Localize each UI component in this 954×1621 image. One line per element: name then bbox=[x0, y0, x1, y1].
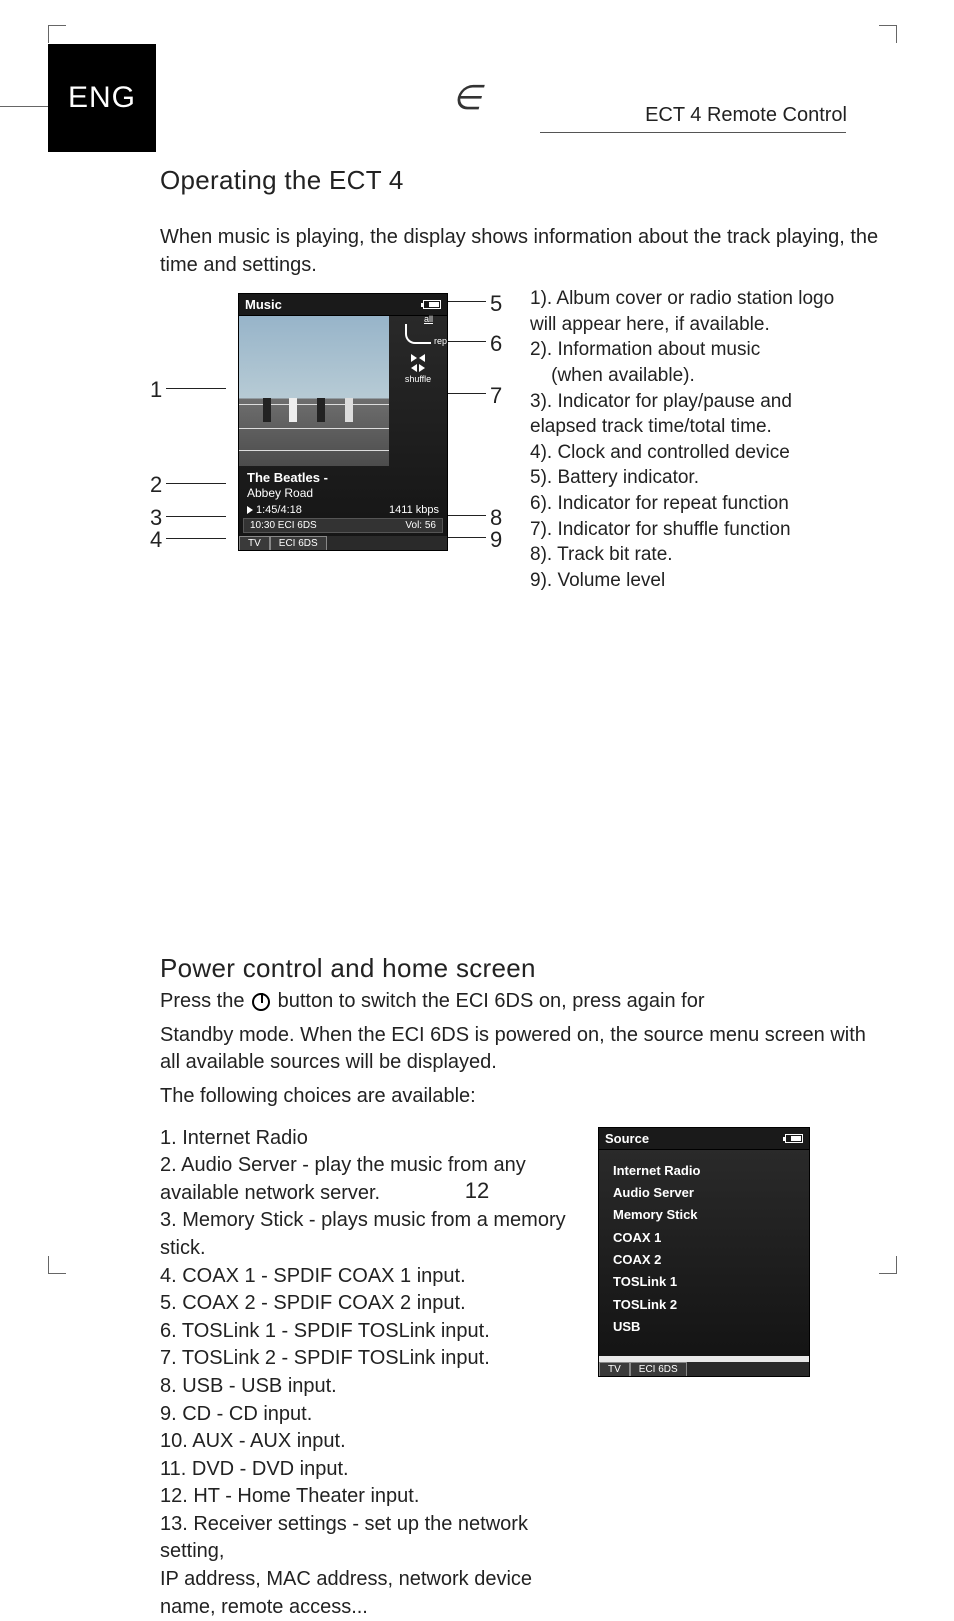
repeat-label: rep bbox=[434, 336, 447, 346]
callout-6: 6 bbox=[490, 331, 502, 357]
shuffle-label: shuffle bbox=[405, 374, 431, 384]
source-item: TOSLink 1 bbox=[613, 1271, 795, 1293]
track-bitrate: 1411 kbps bbox=[389, 504, 439, 516]
volume-level: Vol: 56 bbox=[405, 520, 436, 531]
list-item: 11. DVD - DVD input. bbox=[160, 1456, 580, 1484]
power-icon bbox=[252, 993, 270, 1011]
legend-item: 8). Track bit rate. bbox=[530, 542, 860, 568]
track-time: 1:45/4:18 bbox=[256, 504, 302, 516]
track-artist: The Beatles - bbox=[247, 470, 439, 485]
clock-device: 10:30 ECI 6DS bbox=[250, 520, 317, 531]
list-item: 13. Receiver settings - set up the netwo… bbox=[160, 1511, 580, 1566]
list-item: 10. AUX - AUX input. bbox=[160, 1428, 580, 1456]
play-icon bbox=[247, 506, 253, 514]
legend-item: 1). Album cover or radio station logo wi… bbox=[530, 286, 860, 337]
source-item: TOSLink 2 bbox=[613, 1294, 795, 1316]
source-item: COAX 1 bbox=[613, 1227, 795, 1249]
shuffle-icon: shuffle bbox=[405, 354, 431, 384]
list-item: 9. CD - CD input. bbox=[160, 1401, 580, 1429]
legend-item: 9). Volume level bbox=[530, 568, 860, 594]
edge-rule bbox=[0, 106, 48, 107]
header-rule bbox=[540, 132, 846, 133]
source-item: COAX 2 bbox=[613, 1249, 795, 1271]
track-album: Abbey Road bbox=[247, 486, 439, 500]
source-tab-tv: TV bbox=[599, 1362, 630, 1376]
battery-icon bbox=[785, 1134, 803, 1143]
callout-5: 5 bbox=[490, 291, 502, 317]
source-tab-eci: ECI 6DS bbox=[630, 1362, 687, 1376]
callout-4: 4 bbox=[150, 527, 162, 553]
list-item: 12. HT - Home Theater input. bbox=[160, 1483, 580, 1511]
power-paragraph-3: The following choices are available: bbox=[160, 1083, 880, 1111]
figure-legend: 1). Album cover or radio station logo wi… bbox=[530, 286, 860, 594]
repeat-icon: all rep bbox=[405, 324, 431, 344]
player-tab-eci: ECI 6DS bbox=[270, 536, 327, 550]
repeat-all-label: all bbox=[424, 314, 433, 324]
page-number: 12 bbox=[0, 1178, 954, 1204]
legend-item: 3). Indicator for play/pause and elapsed… bbox=[530, 389, 860, 440]
legend-item: (when available). bbox=[530, 363, 860, 389]
crop-mark bbox=[48, 1256, 66, 1274]
source-item: Memory Stick bbox=[613, 1204, 795, 1226]
list-item: 4. COAX 1 - SPDIF COAX 1 input. bbox=[160, 1263, 580, 1291]
section-heading: Operating the ECT 4 bbox=[160, 165, 880, 196]
brand-logo-icon: ∈ bbox=[452, 78, 482, 118]
section-heading-2: Power control and home screen bbox=[160, 953, 880, 984]
source-menu-screen: Source Internet Radio Audio Server Memor… bbox=[598, 1127, 810, 1378]
intro-paragraph: When music is playing, the display shows… bbox=[160, 224, 880, 279]
doc-title: ECT 4 Remote Control bbox=[645, 104, 847, 127]
list-item: 8. USB - USB input. bbox=[160, 1373, 580, 1401]
legend-item: 2). Information about music bbox=[530, 337, 860, 363]
source-title: Source bbox=[605, 1131, 649, 1146]
music-player-screen: Music all bbox=[238, 293, 448, 551]
list-item: 3. Memory Stick - plays music from a mem… bbox=[160, 1207, 580, 1262]
legend-item: 7). Indicator for shuffle function bbox=[530, 517, 860, 543]
album-cover bbox=[239, 316, 389, 466]
list-item: 1. Internet Radio bbox=[160, 1125, 580, 1153]
callout-1: 1 bbox=[150, 377, 162, 403]
source-item: USB bbox=[613, 1316, 795, 1338]
legend-item: 5). Battery indicator. bbox=[530, 465, 860, 491]
legend-item: 6). Indicator for repeat function bbox=[530, 491, 860, 517]
player-tab-tv: TV bbox=[239, 536, 270, 550]
list-item: 7. TOSLink 2 - SPDIF TOSLink input. bbox=[160, 1345, 580, 1373]
power-paragraph-2: Standby mode. When the ECI 6DS is powere… bbox=[160, 1022, 880, 1077]
callout-9: 9 bbox=[490, 527, 502, 553]
callout-7: 7 bbox=[490, 383, 502, 409]
player-title: Music bbox=[245, 297, 282, 312]
list-item: 6. TOSLink 1 - SPDIF TOSLink input. bbox=[160, 1318, 580, 1346]
legend-item: 4). Clock and controlled device bbox=[530, 440, 860, 466]
crop-mark bbox=[879, 1256, 897, 1274]
callout-2: 2 bbox=[150, 472, 162, 498]
crop-mark bbox=[48, 25, 66, 43]
list-item: IP address, MAC address, network device … bbox=[160, 1566, 580, 1621]
power-paragraph-1: Press the button to switch the ECI 6DS o… bbox=[160, 988, 880, 1016]
battery-icon bbox=[423, 300, 441, 309]
language-badge: ENG bbox=[48, 44, 156, 152]
crop-mark bbox=[879, 25, 897, 43]
